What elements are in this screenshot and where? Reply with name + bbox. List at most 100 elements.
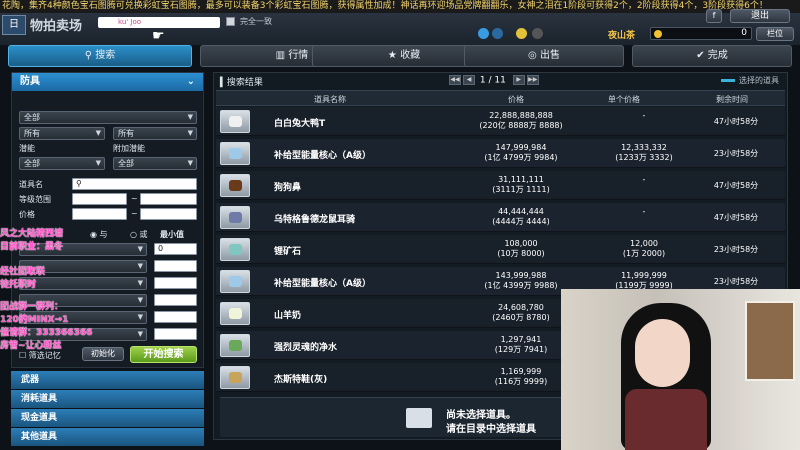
potential-select[interactable]: 全部 ▼	[19, 157, 105, 170]
table-row[interactable]: 补给型能量核心（A级） 147,999,984 (1亿 4799万 9984) 12,…	[216, 139, 785, 168]
exact-match-checkbox[interactable]	[226, 17, 235, 26]
reset-button[interactable]: 初始化	[82, 347, 124, 361]
category-other-items[interactable]: 其他道具	[11, 428, 204, 446]
stat-min-input-3[interactable]	[154, 277, 197, 289]
prev-page-button[interactable]: ◀	[463, 75, 475, 85]
coin-icon: ◎	[528, 50, 540, 61]
category-weapons[interactable]: 武器	[11, 371, 204, 389]
extra-potential-label: 附加潜能	[113, 144, 145, 153]
item-name: 狗狗鼻	[274, 183, 302, 193]
stream-overlay-line-6: 120的MINX→1	[0, 315, 69, 325]
and-radio[interactable]: ◉ 与	[90, 229, 108, 240]
help-button[interactable]: f	[706, 9, 722, 23]
tab-label: 搜索	[95, 50, 116, 61]
type-select[interactable]: 全部 ▼	[19, 111, 197, 124]
tab-label: 出售	[539, 50, 560, 61]
item-icon	[220, 302, 250, 325]
table-row[interactable]: 锂矿石 108,000 (10万 8000) 12,000 (1万 2000) 23小时5…	[216, 235, 785, 264]
page-title: 物拍卖场	[30, 19, 83, 34]
item-icon	[220, 110, 250, 133]
min-value-label: 最小值	[160, 230, 184, 239]
stream-overlay-line-7: 催请群：333366366	[0, 328, 93, 338]
bookshelf-image	[745, 301, 795, 381]
item-icon	[220, 142, 250, 165]
tab-sell[interactable]: ◎ 出售	[464, 45, 624, 67]
server-name: 夜山茶	[608, 31, 636, 41]
search-icon: ⚲	[76, 179, 82, 188]
stat-min-input-2[interactable]	[154, 260, 197, 272]
range-dash: ~	[131, 194, 138, 203]
pointer-hand-icon: ☛	[152, 28, 165, 44]
or-radio[interactable]: ○ 或	[130, 229, 148, 240]
item-icon	[220, 206, 250, 229]
slot-button[interactable]: 栏位	[756, 27, 794, 41]
start-search-button[interactable]: 开始搜索	[130, 346, 197, 363]
chart-icon: ▥	[275, 50, 289, 61]
quick-search-input[interactable]: ku' Joo	[98, 17, 220, 28]
main-tabs: ⚲ 搜索 ▥ 行情 ★ 收藏 ◎ 出售 ✔ 完成	[8, 45, 792, 67]
exact-match-label: 完全一致	[240, 17, 272, 26]
stat-min-input-5[interactable]	[154, 311, 197, 323]
streamer-face-image	[635, 319, 690, 387]
price-min-input[interactable]	[72, 208, 127, 220]
stream-overlay-line-5: 团战群一群列：	[0, 302, 64, 312]
stream-overlay-line-1: 风之大陆精西塘	[0, 229, 64, 239]
item-time-left: 47小时58分	[713, 181, 759, 190]
item-name-label: 道具名	[19, 180, 43, 189]
item-name: 强烈灵魂的净水	[274, 343, 338, 353]
stream-overlay-line-3: 经社团取联	[0, 267, 46, 277]
announcement-marquee: 花陶，集齐4种颜色宝石图腾可兑换彩虹宝石图腾，最多可以装备3个彩虹宝石图腾，获得…	[0, 0, 800, 13]
pagination: ◀◀ ◀ 1 / 11 ▶ ▶▶	[449, 75, 539, 86]
item-icon	[220, 334, 250, 357]
stream-overlay-line-4: 徒托职时	[0, 280, 37, 290]
stat-min-input-1[interactable]: 0	[154, 243, 197, 255]
item-name: 白白兔大鸭T	[274, 119, 326, 129]
potential-label: 潜能	[19, 144, 35, 153]
price-max-input[interactable]	[140, 208, 197, 220]
item-price: 143,999,988 (1亿 4399万 9988)	[484, 271, 558, 290]
item-name: 山羊奶	[274, 311, 302, 321]
level-max-input[interactable]	[140, 193, 197, 205]
app-logo: 日	[2, 15, 26, 35]
settings-icon[interactable]	[478, 28, 489, 39]
stream-overlay-line-2: 目前职业：黑冬	[0, 242, 64, 252]
category-dropdown[interactable]: 防具 ⌄	[12, 73, 203, 91]
empty-hint: 请在目录中选择道具	[446, 424, 536, 435]
stat-select-3[interactable]: ▼	[19, 277, 147, 290]
table-row[interactable]: 白白兔大鸭T 22,888,888,888 (220亿 8888万 8888) -47…	[216, 107, 785, 136]
owner-select-1[interactable]: 所有 ▼	[19, 127, 105, 140]
star-icon[interactable]	[516, 28, 527, 39]
table-row[interactable]: 乌特格鲁德龙鼠耳骑 44,444,444 (4444万 4444) -47小时58分	[216, 203, 785, 232]
chevron-down-icon[interactable]	[492, 28, 503, 39]
item-icon	[220, 270, 250, 293]
next-page-button[interactable]: ▶	[512, 75, 525, 85]
webcam-overlay	[561, 289, 800, 450]
stat-min-input-6[interactable]	[154, 328, 197, 340]
owner-select-2[interactable]: 所有 ▼	[113, 127, 197, 140]
table-row[interactable]: 狗狗鼻 31,111,111 (3111万 1111) -47小时58分	[216, 171, 785, 200]
meso-coin-icon	[654, 30, 662, 38]
first-page-button[interactable]: ◀◀	[449, 75, 461, 85]
exit-button[interactable]: 退出	[730, 9, 790, 23]
results-title: ▍搜索结果	[220, 78, 263, 88]
item-time-left: 47小时58分	[713, 117, 759, 126]
stat-min-input-4[interactable]	[154, 294, 197, 306]
item-name: 补给型能量核心（A级）	[274, 279, 371, 289]
tab-complete[interactable]: ✔ 完成	[632, 45, 792, 67]
item-name-input[interactable]: ⚲	[72, 178, 197, 190]
item-price: 108,000 (10万 8000)	[497, 239, 545, 258]
level-min-input[interactable]	[72, 193, 127, 205]
tab-search[interactable]: ⚲ 搜索	[8, 45, 192, 67]
category-consumables[interactable]: 消耗道具	[11, 390, 204, 408]
selected-items-legend: 选择的道具	[721, 75, 779, 86]
item-price: 22,888,888,888 (220亿 8888万 8888)	[479, 111, 563, 130]
filter-memory-checkbox[interactable]: ☐ 筛选记忆	[19, 350, 61, 361]
extra-potential-select[interactable]: 全部 ▼	[113, 157, 197, 170]
toggle-icon[interactable]	[532, 28, 543, 39]
price-range-dash: ~	[131, 209, 138, 218]
tab-label: 完成	[707, 50, 728, 61]
tab-label: 行情	[288, 50, 309, 61]
category-cash-items[interactable]: 现金道具	[11, 409, 204, 427]
col-unit-price: 单个价格	[608, 95, 640, 104]
last-page-button[interactable]: ▶▶	[526, 75, 539, 85]
